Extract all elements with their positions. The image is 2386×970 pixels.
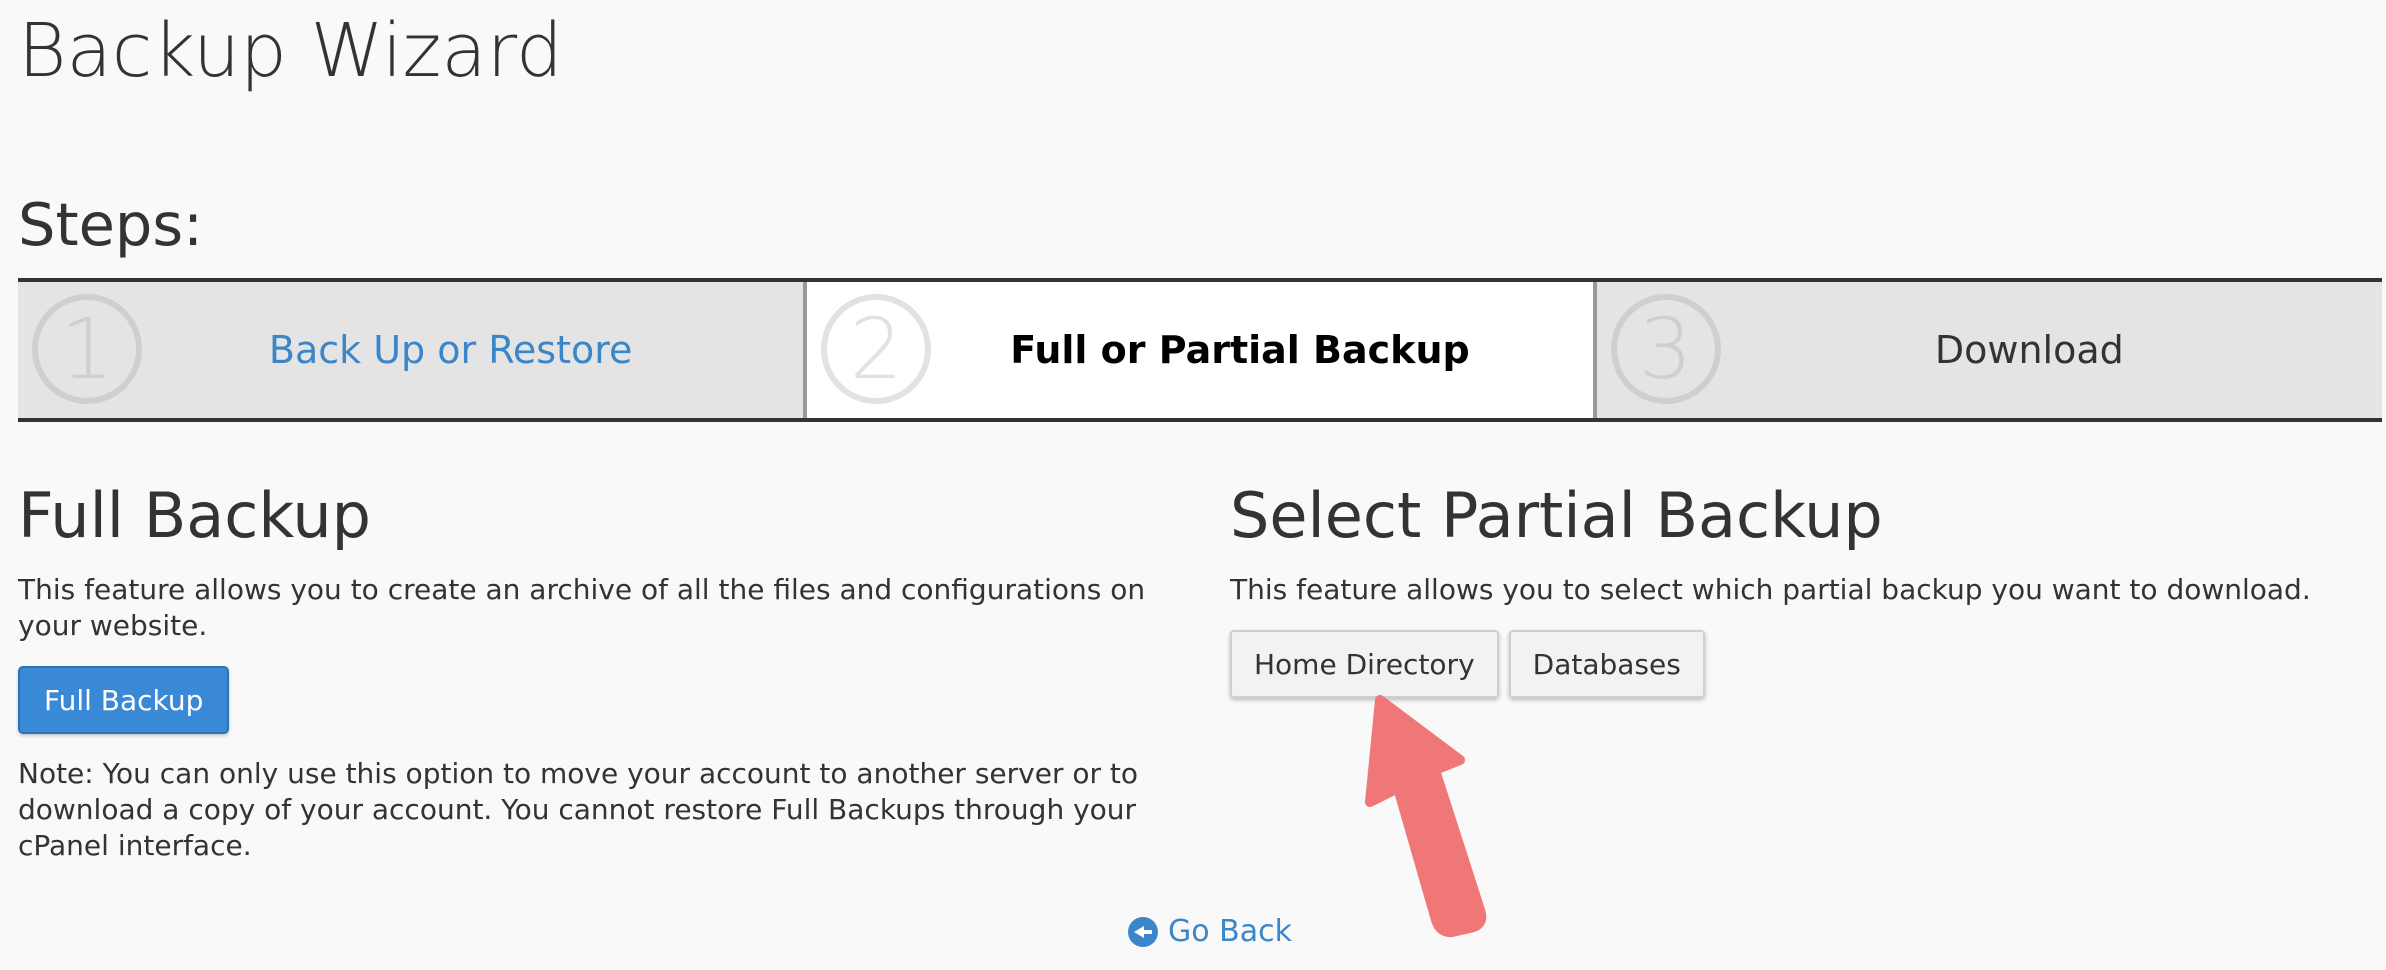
partial-backup-title: Select Partial Backup [1230,479,1883,552]
home-directory-button[interactable]: Home Directory [1230,630,1499,698]
arrow-left-circle-icon [1128,916,1158,947]
step-full-or-partial: 2 Full or Partial Backup [803,282,1593,418]
steps-heading: Steps: [18,190,203,259]
backup-wizard-page: Backup Wizard Steps: 1 Back Up or Restor… [0,0,2386,970]
go-back-label: Go Back [1168,914,1292,949]
partial-backup-section: Select Partial Backup This feature allow… [1230,480,2370,698]
step-label-download: Download [1934,328,2124,372]
page-title: Backup Wizard [18,8,563,94]
full-backup-description: This feature allows you to create an arc… [18,573,1146,642]
partial-backup-description: This feature allows you to select which … [1230,573,2311,606]
step-label-backup-or-restore[interactable]: Back Up or Restore [269,328,633,372]
go-back-link[interactable]: Go Back [1128,914,1292,949]
step-download: 3 Download [1592,282,2382,418]
partial-backup-buttons: Home Directory Databases [1230,630,2370,698]
full-backup-section: Full Backup This feature allows you to c… [18,480,1188,864]
full-backup-button[interactable]: Full Backup [18,666,230,734]
step-number-2-icon: 2 [821,294,932,404]
databases-button[interactable]: Databases [1508,630,1705,698]
step-label-full-or-partial: Full or Partial Backup [1010,328,1470,372]
pointer-arrow-icon [1365,695,1487,938]
step-number-3-icon: 3 [1610,294,1721,404]
steps-bar: 1 Back Up or Restore 2 Full or Partial B… [18,278,2382,422]
step-number-1-icon: 1 [32,294,142,404]
step-backup-or-restore[interactable]: 1 Back Up or Restore [18,282,804,418]
full-backup-note: Note: You can only use this option to mo… [18,757,1139,862]
full-backup-title: Full Backup [18,479,371,552]
